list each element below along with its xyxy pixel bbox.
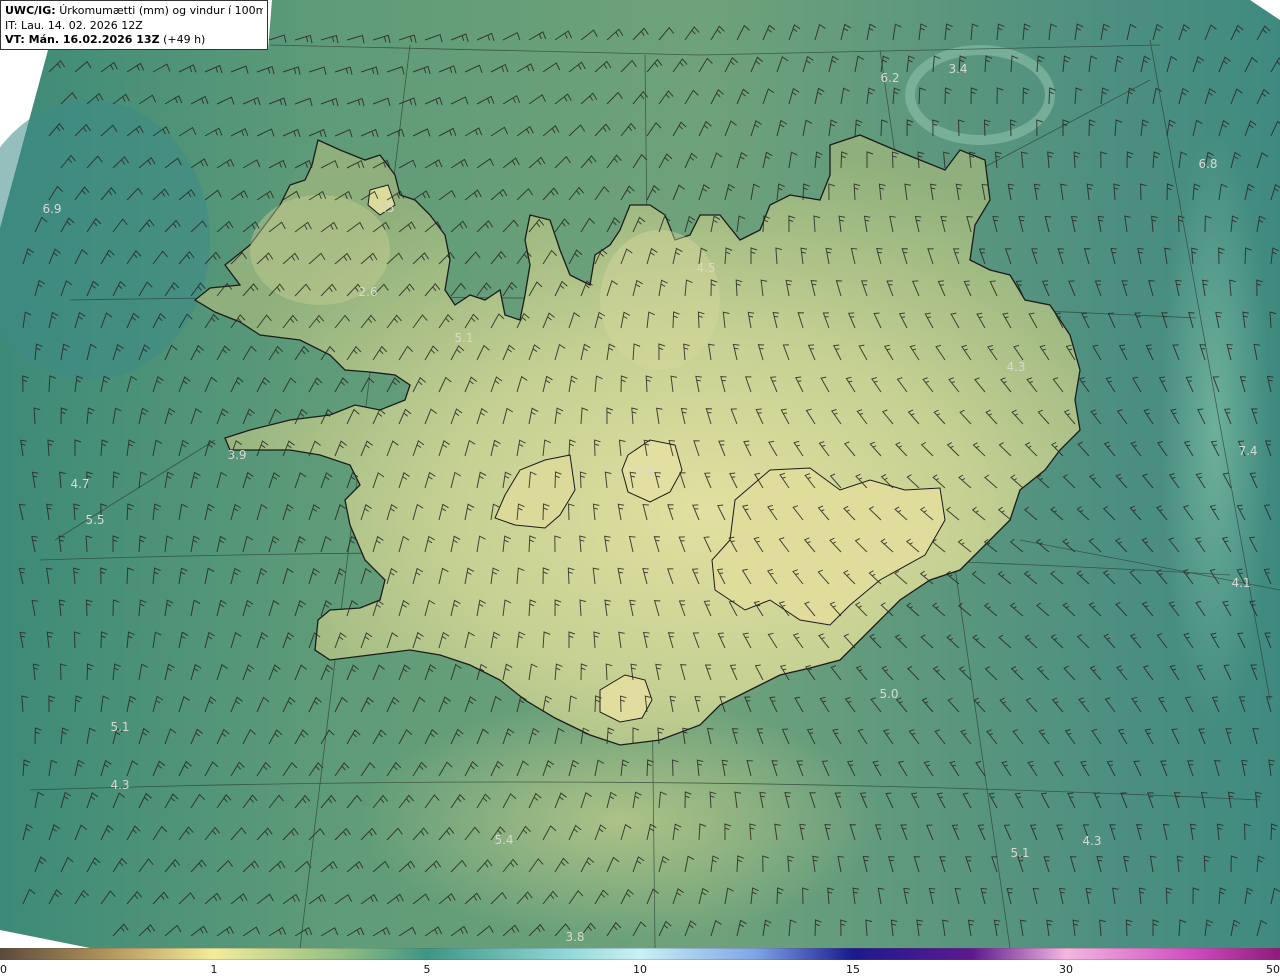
precip-label: 2.6 xyxy=(358,285,377,299)
lead-time: (+49 h) xyxy=(163,33,206,46)
precip-label: 4.5 xyxy=(696,261,715,275)
precip-label: 4.7 xyxy=(70,477,89,491)
colorbar xyxy=(0,948,1280,960)
colorbar-tick: 0 xyxy=(0,963,7,976)
precip-label: 5.1 xyxy=(454,331,473,345)
precip-label: 6.8 xyxy=(1198,157,1217,171)
product-title: Úrkomumætti (mm) og vindur í 100m hæð xyxy=(59,4,263,17)
colorbar-tick: 1 xyxy=(210,963,218,976)
valid-time: VT: Mán. 16.02.2026 13Z xyxy=(5,33,160,46)
valid-time-row: VT: Mán. 16.02.2026 13Z (+49 h) xyxy=(5,33,263,48)
highland-ridge-north xyxy=(600,230,720,370)
precip-label: 5.5 xyxy=(85,513,104,527)
colorbar-tick: 50 xyxy=(1266,963,1280,976)
colorbar-tick: 30 xyxy=(1059,963,1073,976)
precip-label: 5.0 xyxy=(879,687,898,701)
precip-east-band xyxy=(1160,130,1270,730)
precip-label: 6.2 xyxy=(880,71,899,85)
precip-label: 5.4 xyxy=(494,833,513,847)
precip-label: 3.4 xyxy=(948,62,967,76)
colorbar-tick: 10 xyxy=(633,963,647,976)
colorbar-ticks: 0 1 5 10 15 30 50 xyxy=(0,960,1280,978)
model-name: UWC/IG: xyxy=(5,4,56,17)
header-title-row: UWC/IG: Úrkomumætti (mm) og vindur í 100… xyxy=(5,4,263,19)
precip-label: 4.3 xyxy=(1082,834,1101,848)
init-time: IT: Lau. 14. 02. 2026 12Z xyxy=(5,18,143,32)
precip-label: 3.5 xyxy=(375,201,394,215)
precip-label: 4.1 xyxy=(1231,576,1250,590)
colorbar-tick: 5 xyxy=(423,963,431,976)
precip-label: 3.8 xyxy=(565,930,584,944)
map-header: UWC/IG: Úrkomumætti (mm) og vindur í 100… xyxy=(0,0,268,50)
precip-label: 5.1 xyxy=(1010,846,1029,860)
precip-label: 4.3 xyxy=(1006,360,1025,374)
precipitation-wind-map[interactable]: 6.2 3.4 6.8 6.9 3.5 2.6 4.5 5.1 4.3 3.9 0.9 7.4 4.7 5… xyxy=(0,0,1280,948)
precip-label: 6.9 xyxy=(42,202,61,216)
colorbar-tick: 15 xyxy=(846,963,860,976)
precip-label: 4.3 xyxy=(110,778,129,792)
precip-label: 7.4 xyxy=(1238,444,1257,458)
precip-label: 0.9 xyxy=(635,463,654,477)
precip-label: 5.1 xyxy=(110,720,129,734)
precip-label: 3.9 xyxy=(227,448,246,462)
